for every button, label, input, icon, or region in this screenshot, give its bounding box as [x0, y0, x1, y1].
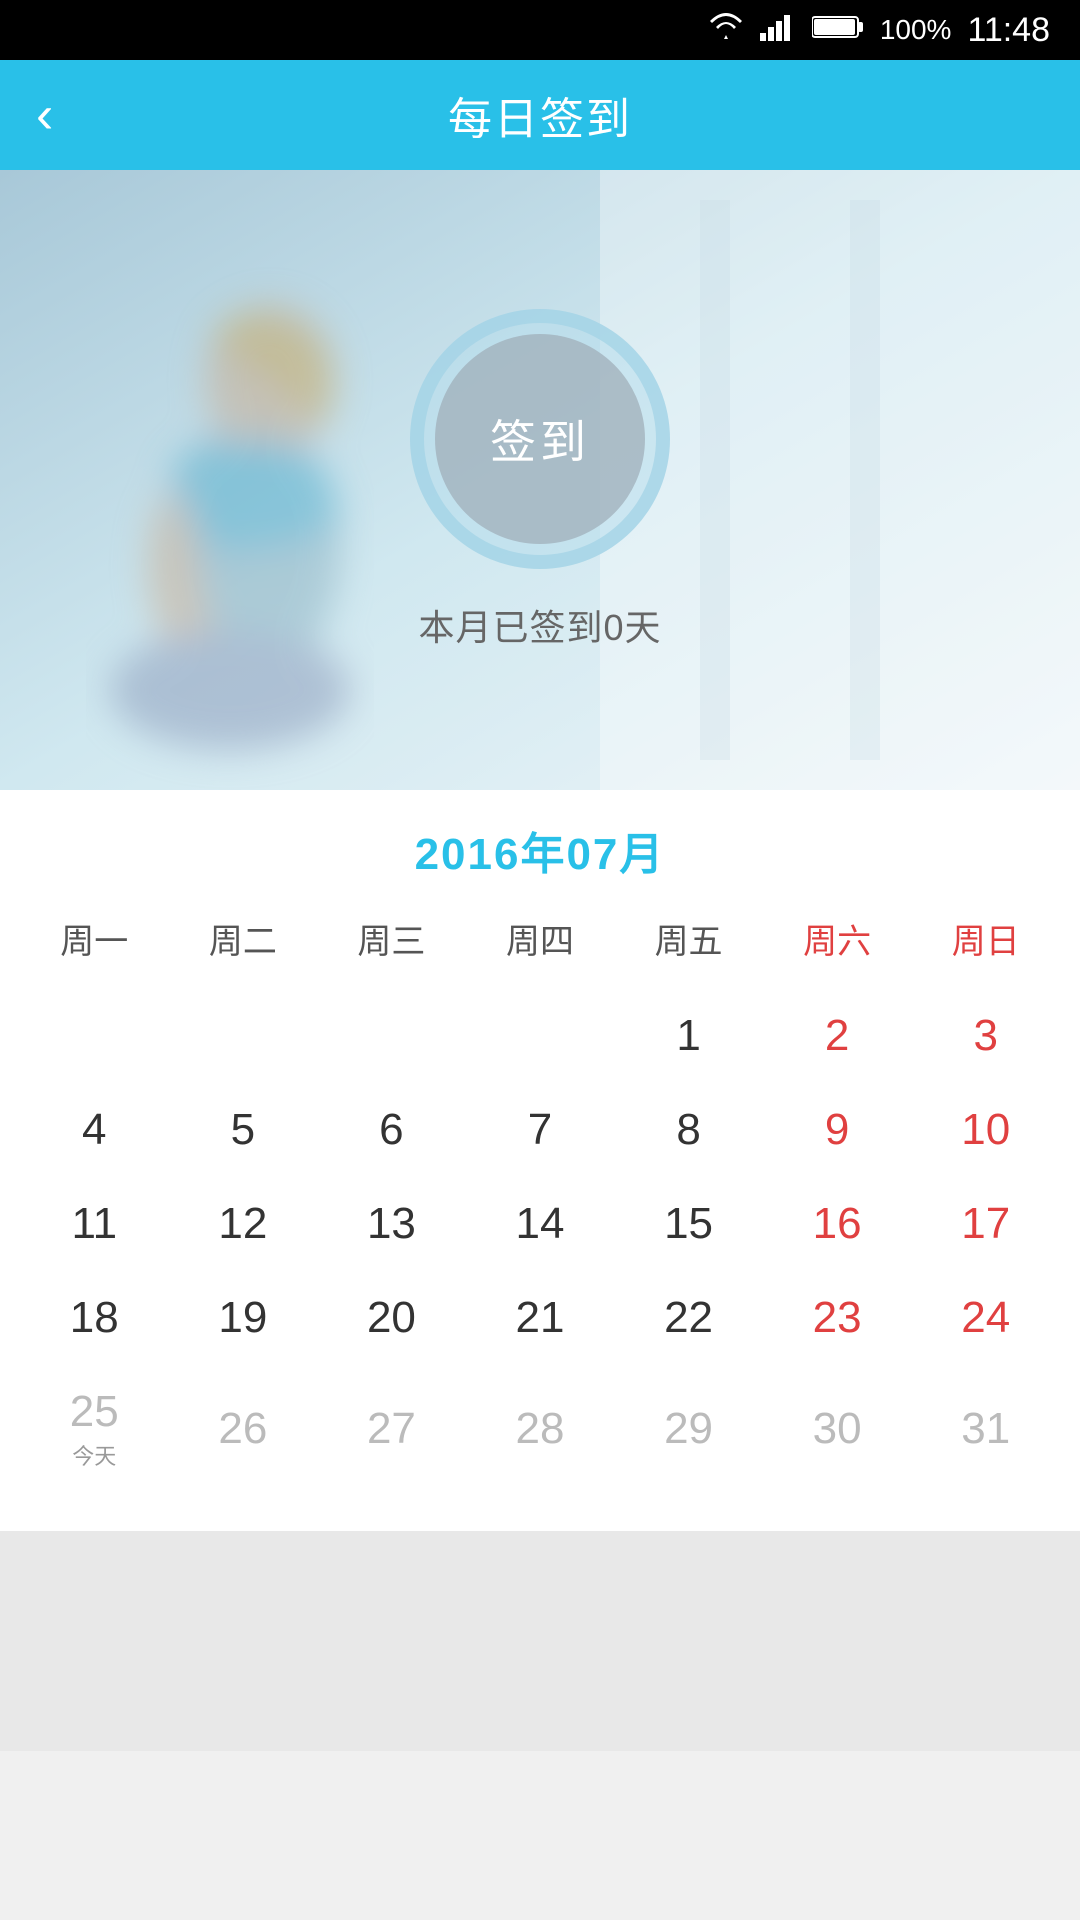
status-bar: 100% 11:48 — [0, 0, 1080, 60]
weekday-sat: 周六 — [763, 900, 912, 977]
signal-icon — [760, 13, 796, 48]
cal-day-13[interactable]: 13 — [317, 1175, 466, 1269]
cal-day-7[interactable]: 7 — [466, 1081, 615, 1175]
cal-day-11[interactable]: 11 — [20, 1175, 169, 1269]
weekday-tue: 周二 — [169, 900, 318, 977]
cal-day-21[interactable]: 21 — [466, 1269, 615, 1363]
cal-day-10[interactable]: 10 — [911, 1081, 1060, 1175]
time-display: 11:48 — [967, 11, 1050, 50]
calendar-weekday-header: 周一 周二 周三 周四 周五 周六 周日 — [20, 900, 1060, 977]
cal-day-25-today[interactable]: 25 今天 — [20, 1363, 169, 1491]
cal-cell-empty — [169, 987, 318, 1081]
battery-percent: 100% — [880, 14, 952, 46]
calendar-grid: 周一 周二 周三 周四 周五 周六 周日 1 2 3 4 5 6 7 8 9 1… — [0, 900, 1080, 1491]
checkin-button-label: 签到 — [490, 406, 590, 472]
weekday-thu: 周四 — [466, 900, 615, 977]
checkin-button-wrapper: 签到 — [410, 309, 670, 569]
weekday-sun: 周日 — [911, 900, 1060, 977]
cal-day-20[interactable]: 20 — [317, 1269, 466, 1363]
weekday-wed: 周三 — [317, 900, 466, 977]
cal-day-19[interactable]: 19 — [169, 1269, 318, 1363]
cal-day-5[interactable]: 5 — [169, 1081, 318, 1175]
cal-day-26[interactable]: 26 — [169, 1363, 318, 1491]
cal-day-3[interactable]: 3 — [911, 987, 1060, 1081]
weekday-mon: 周一 — [20, 900, 169, 977]
cal-day-8[interactable]: 8 — [614, 1081, 763, 1175]
calendar-body: 1 2 3 4 5 6 7 8 9 10 11 12 13 14 15 16 1… — [20, 987, 1060, 1491]
calendar-month-title: 2016年07月 — [0, 790, 1080, 900]
today-label: 今天 — [72, 1439, 116, 1471]
cal-day-14[interactable]: 14 — [466, 1175, 615, 1269]
cal-day-18[interactable]: 18 — [20, 1269, 169, 1363]
cal-cell-empty — [317, 987, 466, 1081]
cal-day-28[interactable]: 28 — [466, 1363, 615, 1491]
bottom-area — [0, 1531, 1080, 1751]
cal-cell-empty — [20, 987, 169, 1081]
checkin-button[interactable]: 签到 — [435, 334, 645, 544]
cal-day-30[interactable]: 30 — [763, 1363, 912, 1491]
cal-day-9[interactable]: 9 — [763, 1081, 912, 1175]
hero-section: 签到 本月已签到0天 — [0, 170, 1080, 790]
cal-day-27[interactable]: 27 — [317, 1363, 466, 1491]
cal-day-29[interactable]: 29 — [614, 1363, 763, 1491]
cal-day-17[interactable]: 17 — [911, 1175, 1060, 1269]
weekday-fri: 周五 — [614, 900, 763, 977]
cal-day-6[interactable]: 6 — [317, 1081, 466, 1175]
cal-day-24[interactable]: 24 — [911, 1269, 1060, 1363]
cal-day-15[interactable]: 15 — [614, 1175, 763, 1269]
calendar-section: 2016年07月 周一 周二 周三 周四 周五 周六 周日 1 2 3 4 5 … — [0, 790, 1080, 1531]
page-title: 每日签到 — [448, 83, 632, 147]
back-button[interactable]: ‹ — [36, 89, 53, 141]
cal-day-16[interactable]: 16 — [763, 1175, 912, 1269]
cal-cell-empty — [466, 987, 615, 1081]
cal-day-31[interactable]: 31 — [911, 1363, 1060, 1491]
battery-indicator — [812, 13, 864, 48]
cal-day-2[interactable]: 2 — [763, 987, 912, 1081]
cal-day-4[interactable]: 4 — [20, 1081, 169, 1175]
app-bar: ‹ 每日签到 — [0, 60, 1080, 170]
checkin-button-outer-ring: 签到 — [410, 309, 670, 569]
checkin-count-label: 本月已签到0天 — [418, 599, 661, 651]
cal-day-12[interactable]: 12 — [169, 1175, 318, 1269]
cal-day-23[interactable]: 23 — [763, 1269, 912, 1363]
cal-day-1[interactable]: 1 — [614, 987, 763, 1081]
wifi-icon — [708, 13, 744, 48]
cal-day-22[interactable]: 22 — [614, 1269, 763, 1363]
